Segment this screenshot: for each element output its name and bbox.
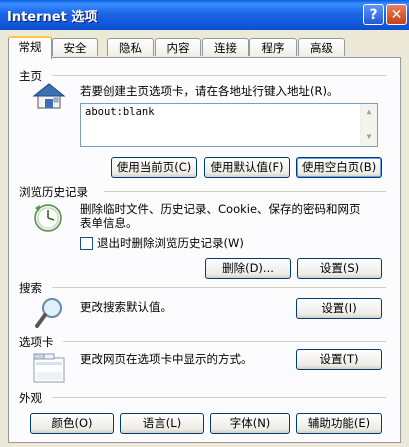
delete-on-exit-checkbox[interactable]: [80, 237, 93, 250]
scroll-up-icon[interactable]: ▲: [362, 105, 376, 119]
tabs-settings-button[interactable]: 设置(T): [296, 349, 382, 370]
window-title: Internet 选项: [7, 10, 98, 25]
search-description: 更改搜索默认值。: [80, 300, 172, 314]
languages-button[interactable]: 语言(L): [120, 413, 204, 434]
tab-security[interactable]: 安全: [52, 38, 98, 56]
homepage-address-input[interactable]: about:blank ▲ ▼: [80, 103, 378, 147]
appearance-divider: [52, 397, 386, 398]
close-button[interactable]: ✕: [386, 4, 407, 25]
homepage-address-value: about:blank: [85, 106, 155, 118]
tab-privacy[interactable]: 隐私: [107, 38, 154, 56]
title-bar[interactable]: Internet 选项 ? ✕: [0, 0, 409, 30]
tab-advanced[interactable]: 高级: [298, 38, 345, 56]
accessibility-button[interactable]: 辅助功能(E): [296, 413, 382, 434]
homepage-description: 若要创建主页选项卡，请在各地址行键入地址(R)。: [80, 84, 339, 98]
tabs-divider: [63, 341, 386, 342]
homepage-divider: [52, 75, 386, 76]
history-group-label: 浏览历史记录: [19, 185, 88, 199]
tab-general[interactable]: 常规: [8, 36, 52, 59]
delete-on-exit-label[interactable]: 退出时删除浏览历史记录(W): [97, 236, 244, 251]
fonts-button[interactable]: 字体(N): [210, 413, 290, 434]
tab-connections[interactable]: 连接: [202, 38, 249, 56]
tabs-description: 更改网页在选项卡中显示的方式。: [80, 352, 253, 366]
use-default-button[interactable]: 使用默认值(F): [204, 157, 290, 178]
tab-content[interactable]: 内容: [155, 38, 201, 56]
clock-icon: [32, 202, 66, 237]
tab-programs[interactable]: 程序: [249, 38, 297, 56]
appearance-group-label: 外观: [19, 391, 42, 405]
delete-history-button[interactable]: 删除(D)...: [205, 258, 291, 279]
history-description-line1: 删除临时文件、历史记录、Cookie、保存的密码和网页: [80, 202, 361, 216]
help-button[interactable]: ?: [363, 4, 384, 25]
house-icon: [32, 82, 66, 113]
use-blank-button[interactable]: 使用空白页(B): [296, 157, 382, 178]
history-divider: [104, 191, 386, 192]
tabs-group-label: 选项卡: [19, 335, 54, 349]
magnifier-icon: [34, 296, 66, 333]
search-divider: [52, 287, 386, 288]
scroll-down-icon[interactable]: ▼: [362, 130, 376, 144]
use-current-button[interactable]: 使用当前页(C): [111, 157, 197, 178]
tabbed-window-icon: [32, 352, 66, 387]
history-description-line2: 表单信息。: [80, 216, 138, 230]
search-group-label: 搜索: [19, 281, 42, 295]
history-settings-button[interactable]: 设置(S): [297, 258, 382, 279]
homepage-scrollbar[interactable]: ▲ ▼: [360, 104, 377, 146]
colors-button[interactable]: 颜色(O): [30, 413, 114, 434]
search-settings-button[interactable]: 设置(I): [296, 298, 382, 319]
